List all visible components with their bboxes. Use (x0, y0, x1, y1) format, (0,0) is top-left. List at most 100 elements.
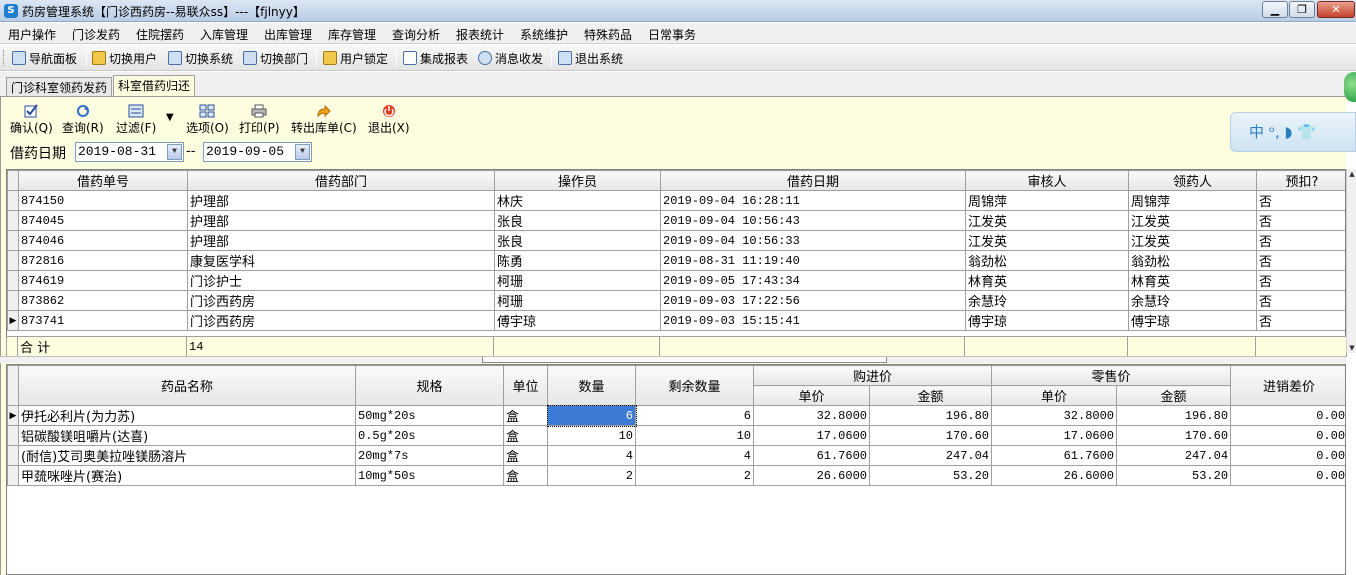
menu-inpatient[interactable]: 住院摆药 (136, 26, 184, 43)
chevron-down-icon[interactable]: ▼ (295, 144, 310, 160)
cell-operator[interactable]: 傅宇琼 (494, 310, 661, 331)
cell-price-diff[interactable]: 0.00 (1230, 465, 1345, 486)
table-row[interactable]: 874045 护理部 张良 2019-09-04 10:56:43 江发英 江发英否 (7, 210, 1345, 231)
cell-date[interactable]: 2019-09-03 17:22:56 (660, 290, 966, 311)
cell-receiver[interactable]: 翁劲松 (1128, 250, 1257, 271)
cell-remaining[interactable]: 10 (635, 425, 754, 446)
col-purchase-amount[interactable]: 金额 (868, 385, 993, 406)
cell-quantity[interactable]: 4 (547, 445, 636, 466)
scroll-down-arrow-icon[interactable]: ▼ (1347, 343, 1356, 353)
cell-operator[interactable]: 陈勇 (494, 250, 661, 271)
drug-details-grid[interactable]: 药品名称 规格 单位 数量 剩余数量 购进价 零售价 进销差价 单价 金额 单价… (6, 364, 1346, 575)
cell-spec[interactable]: 20mg*7s (355, 445, 504, 466)
cell-purchase-amount[interactable]: 247.04 (868, 445, 993, 466)
cell-dept[interactable]: 门诊西药房 (187, 310, 495, 331)
cell-date[interactable]: 2019-09-04 10:56:43 (660, 210, 966, 231)
col-withhold[interactable]: 预扣? (1256, 170, 1345, 191)
nav-panel-button[interactable]: 导航面板 (12, 49, 77, 67)
cell-reviewer[interactable]: 周锦萍 (965, 190, 1129, 211)
query-button[interactable]: 查询(R) (62, 104, 104, 136)
cell-quantity[interactable]: 6 (546, 404, 637, 427)
cell-retail-price[interactable]: 32.8000 (991, 405, 1118, 426)
cell-withhold[interactable]: 否 (1256, 230, 1345, 251)
cell-receiver[interactable]: 林育英 (1128, 270, 1257, 291)
table-row[interactable]: 874619 门诊护士 柯珊 2019-09-05 17:43:34 林育英 林育英否 (7, 270, 1345, 291)
maximize-button[interactable]: ❐ (1289, 1, 1315, 18)
cell-order-no[interactable]: 874150 (18, 190, 188, 211)
cell-price-diff[interactable]: 0.00 (1230, 445, 1345, 466)
col-remaining[interactable]: 剩余数量 (635, 365, 754, 406)
cell-order-no[interactable]: 874045 (18, 210, 188, 231)
cell-unit[interactable]: 盒 (503, 465, 548, 486)
col-retail-unit-price[interactable]: 单价 (991, 385, 1118, 406)
cell-receiver[interactable]: 江发英 (1128, 210, 1257, 231)
messages-button[interactable]: 消息收发 (478, 49, 543, 67)
splitter[interactable] (0, 356, 1346, 363)
cell-unit[interactable]: 盒 (503, 425, 548, 446)
cell-operator[interactable]: 柯珊 (494, 290, 661, 311)
col-dept[interactable]: 借药部门 (187, 170, 495, 191)
splitter-handle[interactable] (482, 357, 887, 363)
tab-dept-borrow-return[interactable]: 科室借药归还 (113, 75, 196, 96)
menu-system[interactable]: 系统维护 (520, 26, 568, 43)
col-receiver[interactable]: 领药人 (1128, 170, 1257, 191)
tab-outpatient-dept-dispense[interactable]: 门诊科室领药发药 (6, 77, 113, 96)
cell-unit[interactable]: 盒 (503, 405, 548, 426)
cell-price-diff[interactable]: 0.00 (1230, 405, 1345, 426)
cell-reviewer[interactable]: 余慧玲 (965, 290, 1129, 311)
col-quantity[interactable]: 数量 (547, 365, 636, 406)
cell-date[interactable]: 2019-09-04 10:56:33 (660, 230, 966, 251)
transfer-out-order-button[interactable]: 转出库单(C) (291, 104, 357, 136)
cell-dept[interactable]: 护理部 (187, 190, 495, 211)
menu-reports[interactable]: 报表统计 (456, 26, 504, 43)
cell-remaining[interactable]: 6 (635, 405, 754, 426)
cell-retail-price[interactable]: 26.6000 (991, 465, 1118, 486)
cell-remaining[interactable]: 2 (635, 465, 754, 486)
table-row[interactable]: ▶ 873741 门诊西药房 傅宇琼 2019-09-03 15:15:41 傅宇琼 傅宇琼… (7, 310, 1345, 331)
cell-date[interactable]: 2019-09-05 17:43:34 (660, 270, 966, 291)
cell-reviewer[interactable]: 江发英 (965, 230, 1129, 251)
cell-reviewer[interactable]: 江发英 (965, 210, 1129, 231)
close-button[interactable]: ✕ (1317, 1, 1355, 18)
cell-retail-amount[interactable]: 53.20 (1116, 465, 1232, 486)
cell-quantity[interactable]: 10 (547, 425, 636, 446)
date-from-picker[interactable]: 2019-08-31 ▼ (75, 142, 184, 162)
scroll-up-arrow-icon[interactable]: ▲ (1347, 169, 1356, 179)
cell-quantity[interactable]: 2 (547, 465, 636, 486)
cell-operator[interactable]: 张良 (494, 230, 661, 251)
cell-dept[interactable]: 护理部 (187, 230, 495, 251)
cell-spec[interactable]: 10mg*50s (355, 465, 504, 486)
cell-retail-amount[interactable]: 247.04 (1116, 445, 1232, 466)
cell-date[interactable]: 2019-09-03 15:15:41 (660, 310, 966, 331)
cell-purchase-amount[interactable]: 53.20 (868, 465, 993, 486)
cell-retail-amount[interactable]: 196.80 (1116, 405, 1232, 426)
filter-dropdown-arrow[interactable]: ▼ (166, 112, 174, 123)
cell-retail-price[interactable]: 17.0600 (991, 425, 1118, 446)
cell-spec[interactable]: 50mg*20s (355, 405, 504, 426)
col-operator[interactable]: 操作员 (494, 170, 661, 191)
menu-outpatient[interactable]: 门诊发药 (72, 26, 120, 43)
cell-spec[interactable]: 0.5g*20s (355, 425, 504, 446)
input-method-badge[interactable]: 中 ᵒ, ◗ 👕 (1230, 112, 1356, 152)
col-price-diff[interactable]: 进销差价 (1230, 365, 1345, 406)
cell-order-no[interactable]: 872816 (18, 250, 188, 271)
cell-receiver[interactable]: 江发英 (1128, 230, 1257, 251)
cell-purchase-price[interactable]: 26.6000 (753, 465, 870, 486)
col-retail-amount[interactable]: 金额 (1116, 385, 1232, 406)
switch-user-button[interactable]: 切换用户 (92, 49, 157, 67)
cell-drug-name[interactable]: 铝碳酸镁咀嚼片(达喜) (18, 425, 356, 446)
menu-special-drugs[interactable]: 特殊药品 (584, 26, 632, 43)
col-spec[interactable]: 规格 (355, 365, 504, 406)
cell-reviewer[interactable]: 林育英 (965, 270, 1129, 291)
cell-receiver[interactable]: 周锦萍 (1128, 190, 1257, 211)
menu-inventory[interactable]: 库存管理 (328, 26, 376, 43)
cell-purchase-amount[interactable]: 196.80 (868, 405, 993, 426)
cell-withhold[interactable]: 否 (1256, 270, 1345, 291)
integrated-report-button[interactable]: 集成报表 (403, 49, 468, 67)
borrow-orders-grid[interactable]: 借药单号 借药部门 操作员 借药日期 审核人 领药人 预扣? 874150 护理部… (6, 169, 1346, 353)
cell-order-no[interactable]: 873862 (18, 290, 188, 311)
grid1-vertical-scrollbar[interactable]: ▲ ▼ (1346, 169, 1356, 353)
menu-daily[interactable]: 日常事务 (648, 26, 696, 43)
cell-dept[interactable]: 护理部 (187, 210, 495, 231)
col-purchase-unit-price[interactable]: 单价 (753, 385, 870, 406)
